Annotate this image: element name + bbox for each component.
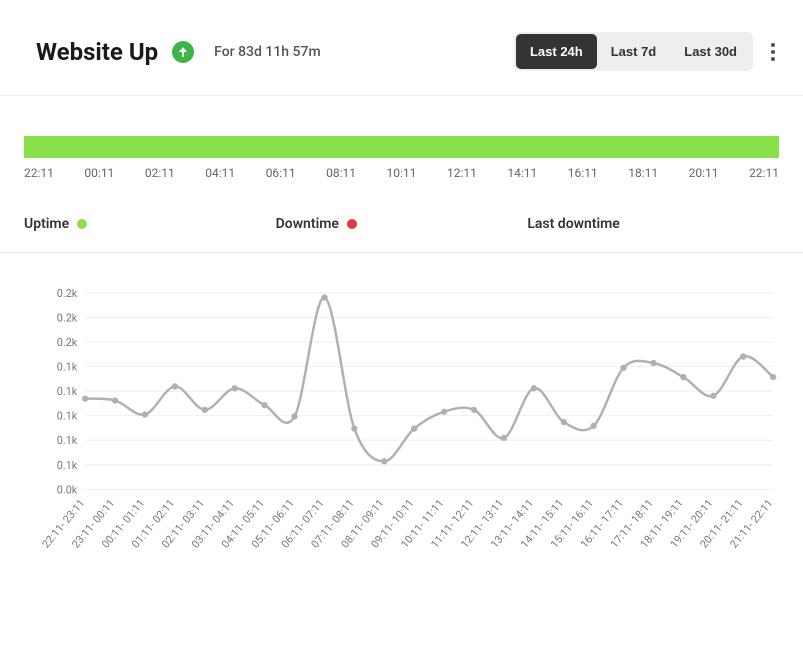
header-right: Last 24h Last 7d Last 30d [514,32,779,71]
timeline-tick: 22:11 [749,166,779,180]
svg-text:0.1k: 0.1k [57,410,78,423]
legend-uptime-label: Uptime [24,216,69,232]
svg-text:0.1k: 0.1k [57,459,78,472]
legend-downtime: Downtime [276,216,528,232]
timeline-tick: 12:11 [447,166,477,180]
uptime-dot-icon [77,219,87,229]
svg-text:0.2k: 0.2k [57,311,78,324]
header: Website Up For 83d 11h 57m Last 24h Last… [0,0,803,96]
range-last-24h[interactable]: Last 24h [516,34,597,69]
svg-text:0.2k: 0.2k [57,336,78,349]
page-title: Website Up [36,38,158,66]
timeline-tick: 20:11 [689,166,719,180]
timeline-tick: 04:11 [205,166,235,180]
downtime-dot-icon [347,219,357,229]
range-selector: Last 24h Last 7d Last 30d [514,32,753,71]
timeline-tick: 22:11 [24,166,54,180]
timeline-tick: 06:11 [266,166,296,180]
timeline-labels: 22:11 00:11 02:11 04:11 06:11 08:11 10:11 12:11… [24,166,779,180]
line-chart-svg: 0.2k0.2k0.2k0.1k0.1k0.1k0.1k0.1k0.0k22:1… [36,283,783,578]
svg-text:0.1k: 0.1k [57,385,78,398]
more-menu-icon[interactable] [767,39,779,65]
status-duration: For 83d 11h 57m [214,44,321,60]
status-up-icon [172,41,194,63]
timeline-tick: 08:11 [326,166,356,180]
uptime-bar [24,136,779,158]
range-last-7d[interactable]: Last 7d [597,34,671,69]
timeline-tick: 14:11 [507,166,537,180]
legend-uptime: Uptime [24,216,276,232]
legend-last-downtime: Last downtime [527,216,779,232]
svg-text:0.1k: 0.1k [57,360,78,373]
range-last-30d[interactable]: Last 30d [670,34,751,69]
response-chart: 0.2k0.2k0.2k0.1k0.1k0.1k0.1k0.1k0.0k22:1… [0,253,803,602]
header-left: Website Up For 83d 11h 57m [36,38,321,66]
timeline-tick: 10:11 [387,166,417,180]
legend-last-downtime-label: Last downtime [527,216,619,232]
timeline-tick: 16:11 [568,166,598,180]
timeline-tick: 18:11 [628,166,658,180]
svg-text:0.0k: 0.0k [57,483,78,496]
legend-row: Uptime Downtime Last downtime [0,196,803,253]
timeline-section: 22:11 00:11 02:11 04:11 06:11 08:11 10:11 12:11… [0,96,803,196]
svg-text:0.2k: 0.2k [57,287,78,300]
legend-downtime-label: Downtime [276,216,339,232]
timeline-tick: 02:11 [145,166,175,180]
timeline-tick: 00:11 [84,166,114,180]
svg-text:0.1k: 0.1k [57,434,78,447]
